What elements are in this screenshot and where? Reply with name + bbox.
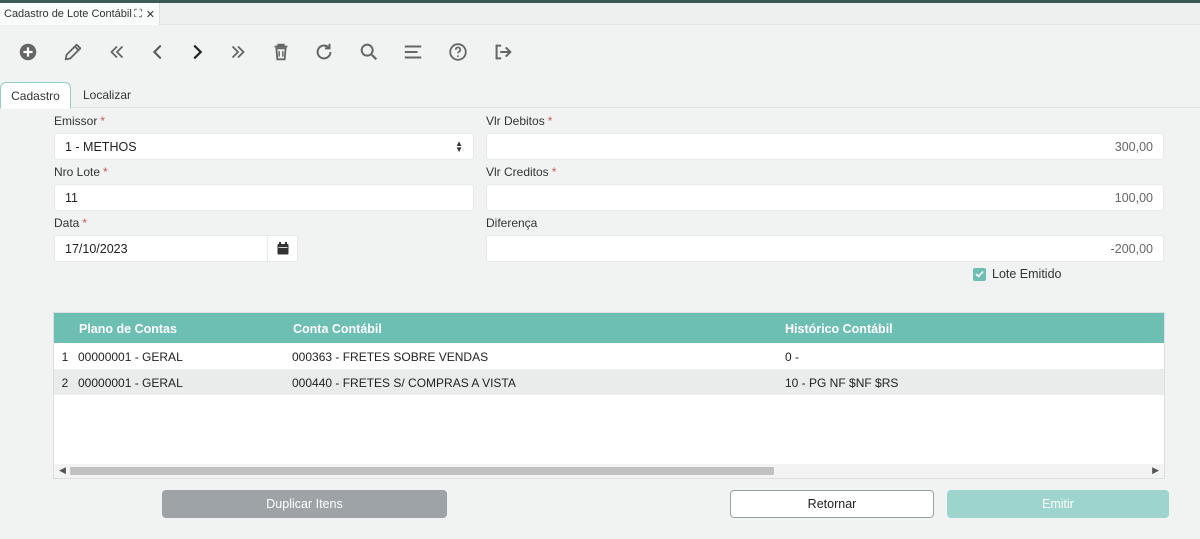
cell-plano: 00000001 - GERAL — [78, 376, 183, 390]
diferenca-label-text: Diferença — [486, 216, 538, 230]
add-circle-icon[interactable] — [16, 40, 40, 64]
last-record-icon[interactable] — [226, 40, 250, 64]
tab-localizar[interactable]: Localizar — [74, 82, 140, 108]
grid-header: Plano de Contas Conta Contábil Histórico… — [54, 313, 1164, 343]
data-label: Data * — [54, 216, 87, 230]
select-arrows-icon: ▲ ▼ — [455, 139, 463, 154]
data-field[interactable]: 17/10/2023 — [54, 235, 298, 262]
form-tabs: Cadastro Localizar — [0, 82, 1200, 109]
horizontal-scrollbar[interactable]: ◀ ▶ — [54, 464, 1164, 478]
vlr-debitos-label: Vlr Debitos * — [486, 114, 552, 128]
first-record-icon[interactable] — [105, 40, 129, 64]
data-value: 17/10/2023 — [65, 241, 128, 256]
items-grid: Plano de Contas Conta Contábil Histórico… — [53, 312, 1165, 479]
cell-historico: 10 - PG NF $NF $RS — [785, 376, 899, 390]
emissor-select[interactable]: 1 - METHOS ▲ ▼ — [54, 133, 474, 160]
required-mark: * — [551, 165, 557, 179]
emissor-label-text: Emissor — [54, 114, 98, 128]
emissor-label: Emissor * — [54, 114, 105, 128]
cell-historico: 0 - — [785, 350, 800, 364]
nro-lote-field[interactable]: 11 — [54, 184, 474, 211]
nro-lote-label-text: Nro Lote — [54, 165, 101, 179]
help-circle-icon[interactable] — [446, 40, 470, 64]
data-label-text: Data — [54, 216, 80, 230]
pencil-icon[interactable] — [61, 40, 85, 64]
cell-plano: 00000001 - GERAL — [78, 350, 183, 364]
close-icon[interactable]: ✕ — [146, 8, 155, 21]
cell-conta: 000440 - FRETES S/ COMPRAS A VISTA — [292, 376, 516, 390]
row-number: 2 — [61, 376, 69, 390]
vlr-debitos-value: 300,00 — [1114, 139, 1153, 154]
nro-lote-value: 11 — [65, 190, 78, 205]
nro-lote-label: Nro Lote * — [54, 165, 108, 179]
emitir-button[interactable]: Emitir — [947, 490, 1169, 518]
next-record-icon[interactable] — [185, 40, 209, 64]
column-header-plano[interactable]: Plano de Contas — [79, 322, 177, 336]
window-tab-title: Cadastro de Lote Contábil — [4, 8, 132, 20]
toolbar — [0, 30, 1200, 74]
window-tab-bar: Cadastro de Lote Contábil ⛶ ✕ — [0, 3, 1200, 25]
previous-record-icon[interactable] — [146, 40, 170, 64]
scroll-left-icon[interactable]: ◀ — [59, 465, 66, 476]
diferenca-value: -200,00 — [1110, 241, 1153, 256]
tab-cadastro[interactable]: Cadastro — [0, 82, 71, 109]
search-icon[interactable] — [357, 40, 381, 64]
vlr-creditos-field[interactable]: 100,00 — [486, 184, 1164, 211]
column-header-conta[interactable]: Conta Contábil — [293, 322, 382, 336]
column-header-historico[interactable]: Histórico Contábil — [785, 322, 893, 336]
duplicar-itens-button[interactable]: Duplicar Itens — [162, 490, 447, 518]
diferenca-label: Diferença — [486, 216, 537, 230]
cell-conta: 000363 - FRETES SOBRE VENDAS — [292, 350, 489, 364]
vlr-creditos-value: 100,00 — [1114, 190, 1153, 205]
diferenca-field[interactable]: -200,00 — [486, 235, 1164, 262]
window-tab[interactable]: Cadastro de Lote Contábil ⛶ ✕ — [0, 3, 160, 25]
lote-emitido-label: Lote Emitido — [992, 267, 1062, 281]
required-mark: * — [82, 216, 88, 230]
table-row[interactable]: 2 00000001 - GERAL 000440 - FRETES S/ CO… — [54, 369, 1164, 395]
required-mark: * — [100, 114, 106, 128]
retornar-button[interactable]: Retornar — [730, 490, 934, 518]
row-number: 1 — [61, 350, 69, 364]
required-mark: * — [103, 165, 108, 179]
scroll-right-icon[interactable]: ▶ — [1152, 465, 1159, 476]
required-mark: * — [547, 114, 553, 128]
checkbox-checked-icon — [973, 267, 986, 281]
menu-lines-icon[interactable] — [401, 40, 425, 64]
vlr-debitos-label-text: Vlr Debitos — [486, 114, 545, 128]
exit-icon[interactable] — [491, 40, 515, 64]
scrollbar-thumb[interactable] — [70, 467, 774, 475]
lote-emitido-checkbox[interactable]: Lote Emitido — [973, 267, 1061, 281]
refresh-icon[interactable] — [312, 40, 336, 64]
table-row[interactable]: 1 00000001 - GERAL 000363 - FRETES SOBRE… — [54, 343, 1164, 369]
emissor-value: 1 - METHOS — [65, 139, 137, 154]
vlr-creditos-label-text: Vlr Creditos — [486, 165, 549, 179]
trash-icon[interactable] — [269, 40, 293, 64]
expand-icon[interactable]: ⛶ — [134, 8, 142, 21]
vlr-creditos-label: Vlr Creditos * — [486, 165, 556, 179]
calendar-icon[interactable] — [267, 236, 297, 261]
vlr-debitos-field[interactable]: 300,00 — [486, 133, 1164, 160]
